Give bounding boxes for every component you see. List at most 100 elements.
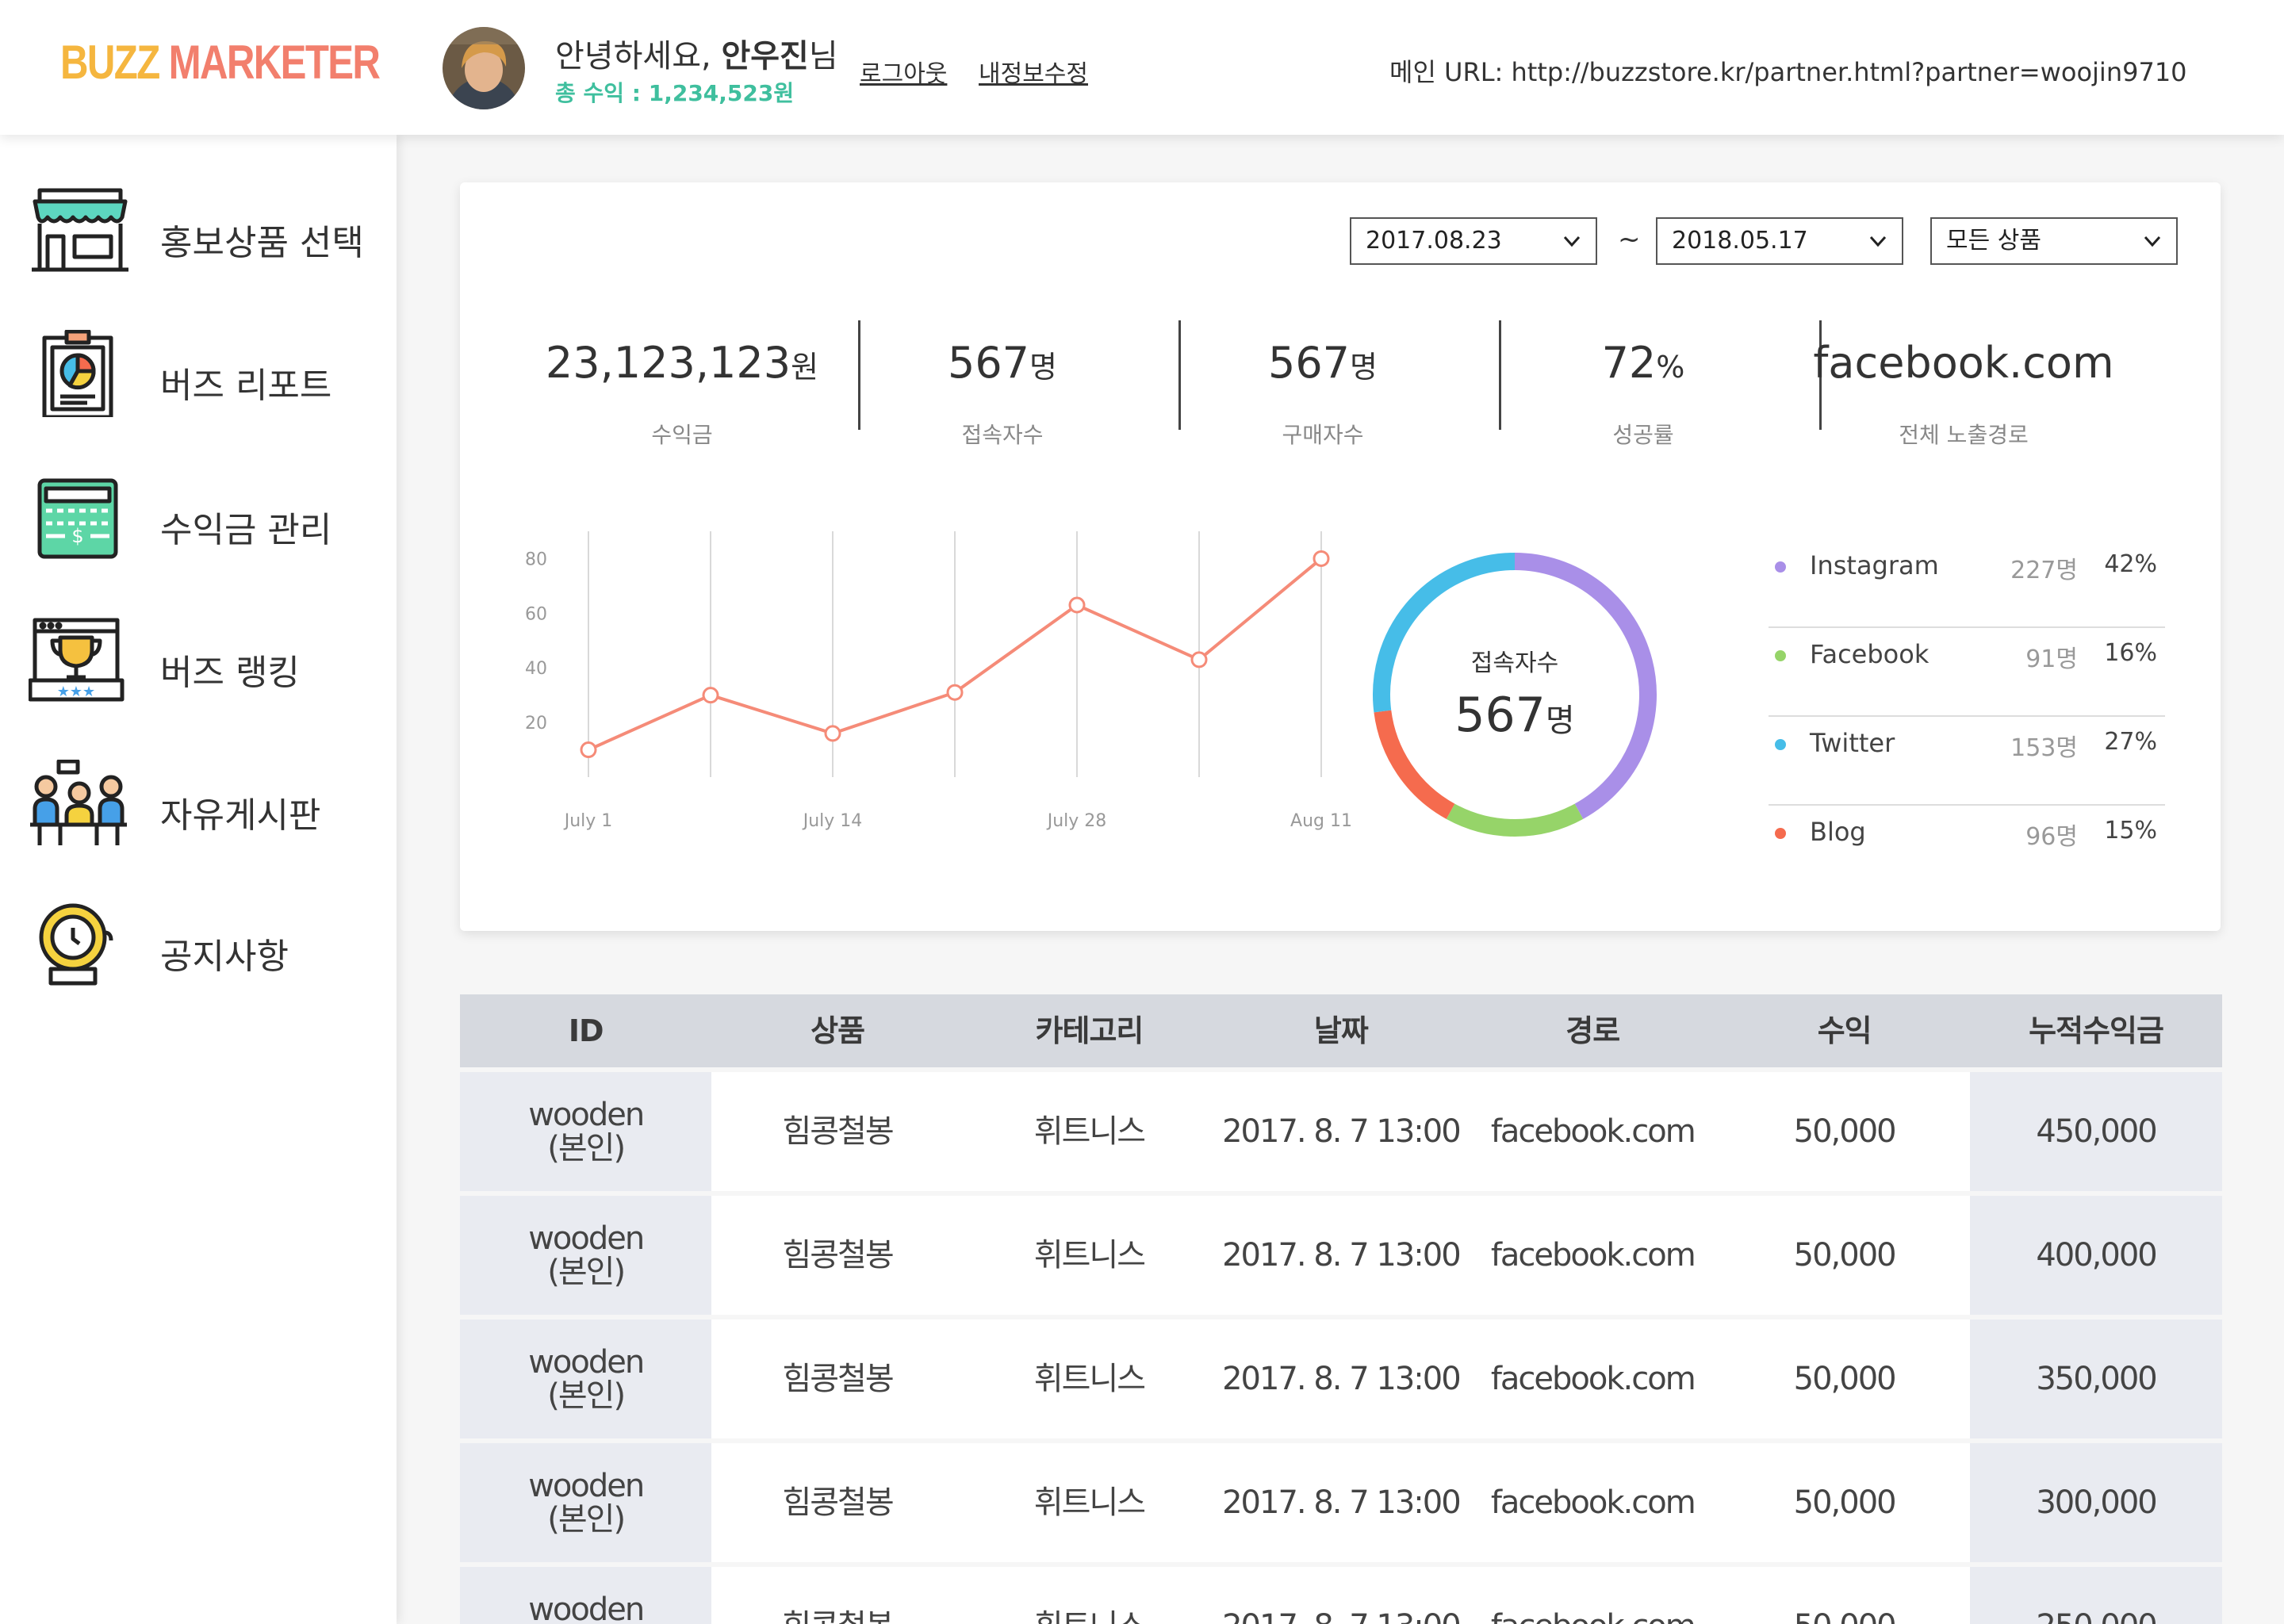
- table-body: wooden (본인) 힘콩철봉 휘트니스 2017. 8. 7 13:00 faceb…: [460, 1072, 2222, 1624]
- table-cell: wooden (본인): [460, 1443, 712, 1562]
- column-header[interactable]: 카테고리: [964, 994, 1215, 1067]
- table-row[interactable]: wooden (본인)힘콩철봉휘트니스2017. 8. 7 13:00faceb…: [460, 1196, 2222, 1315]
- logo-part2: MARKETER: [168, 36, 381, 89]
- table-cell: 50,000: [1718, 1443, 1971, 1562]
- avatar[interactable]: [443, 27, 525, 109]
- table-row[interactable]: wooden (본인)힘콩철봉휘트니스2017. 8. 7 13:00faceb…: [460, 1443, 2222, 1562]
- kpi-unit: 원: [791, 350, 819, 385]
- y-tick-label: 80: [525, 550, 547, 569]
- kpi-value: 567명: [1163, 338, 1483, 388]
- start-date-select[interactable]: 2017.08.23: [1350, 217, 1597, 265]
- legend-name: Instagram: [1810, 550, 1939, 580]
- edit-profile-link[interactable]: 내정보수정: [979, 54, 1088, 89]
- end-date-select[interactable]: 2018.05.17: [1656, 217, 1903, 265]
- svg-text:$: $: [71, 525, 83, 547]
- table-cell: 힘콩철봉: [711, 1567, 964, 1624]
- sidebar-item-notice[interactable]: 공지사항: [29, 896, 377, 999]
- table-cell: wooden (본인): [460, 1567, 712, 1624]
- table-cell: 휘트니스: [963, 1072, 1216, 1191]
- table-cell: 350,000: [1970, 1320, 2222, 1438]
- kpi-label: 전체 노출경로: [1899, 422, 2029, 448]
- total-earnings: 총 수익 : 1,234,523원: [555, 80, 795, 106]
- legend-row-blog: Blog 96명 15%: [1769, 806, 2165, 894]
- legend-percent: 42%: [2104, 550, 2157, 578]
- revenue-table: ID 상품 카테고리 날짜 경로 수익 누적수익금 wooden (본인) 힘콩철…: [460, 994, 2222, 1624]
- date-range-separator: ~: [1618, 224, 1641, 255]
- channel-legend: Instagram 227명 42% Facebook 91명 16% Twit…: [1769, 539, 2165, 894]
- kpi-number: 567: [947, 338, 1030, 388]
- table-cell: 50,000: [1718, 1196, 1971, 1315]
- greeting-prefix: 안녕하세요,: [555, 38, 722, 75]
- table-cell: 400,000: [1970, 1196, 2222, 1315]
- column-header[interactable]: ID: [460, 994, 711, 1067]
- table-cell: 2017. 8. 7 13:00: [1215, 1196, 1467, 1315]
- sidebar-item-label: 버즈 리포트: [160, 366, 332, 406]
- trophy-ranking-icon: ★★★: [28, 617, 132, 704]
- y-tick-label: 60: [525, 604, 547, 624]
- kpi-value: facebook.com: [1803, 338, 2124, 388]
- column-header[interactable]: 날짜: [1215, 994, 1466, 1067]
- table-cell: facebook.com: [1466, 1567, 1719, 1624]
- line-point: [1068, 596, 1086, 614]
- line-point: [824, 725, 841, 742]
- kpi-unit: %: [1656, 350, 1685, 385]
- legend-dot: [1775, 739, 1786, 750]
- chevron-down-icon: [1563, 236, 1581, 247]
- kpi-success-rate: 72% 성공률: [1483, 338, 1803, 457]
- table-cell: wooden (본인): [460, 1196, 712, 1315]
- table-row[interactable]: wooden (본인)힘콩철봉휘트니스2017. 8. 7 13:00faceb…: [460, 1320, 2222, 1438]
- kpi-number: 72: [1601, 338, 1657, 388]
- logout-link[interactable]: 로그아웃: [860, 54, 947, 89]
- main-url: 메인 URL: http://buzzstore.kr/partner.html…: [1389, 57, 2187, 87]
- kpi-unit: 명: [1350, 350, 1378, 385]
- line-point: [1190, 651, 1208, 668]
- svg-text:★★★: ★★★: [57, 684, 95, 700]
- kpi-number: 23,123,123: [545, 338, 791, 388]
- chevron-down-icon: [1869, 236, 1887, 247]
- kpi-number: 567: [1267, 338, 1351, 388]
- table-row[interactable]: wooden (본인)힘콩철봉휘트니스2017. 8. 7 13:00faceb…: [460, 1072, 2222, 1191]
- sidebar-item-buzz-ranking[interactable]: ★★★ 버즈 랭킹: [28, 612, 377, 715]
- sidebar-item-label: 공지사항: [160, 936, 289, 977]
- logo[interactable]: BUZZ MARKETER: [60, 35, 381, 90]
- column-header[interactable]: 누적수익금: [1970, 994, 2221, 1067]
- table-cell: 450,000: [1970, 1072, 2222, 1191]
- legend-percent: 15%: [2104, 817, 2157, 845]
- storefront-icon: [29, 187, 132, 274]
- table-header: ID 상품 카테고리 날짜 경로 수익 누적수익금: [460, 994, 2222, 1067]
- table-cell: 2017. 8. 7 13:00: [1215, 1443, 1467, 1562]
- legend-dot: [1775, 828, 1786, 839]
- x-tick-label: July 28: [1046, 811, 1107, 831]
- sidebar-item-promo-products[interactable]: 홍보상품 선택: [29, 182, 377, 285]
- table-cell: 2017. 8. 7 13:00: [1215, 1567, 1467, 1624]
- bell-icon: [29, 901, 132, 988]
- column-header[interactable]: 상품: [711, 994, 963, 1067]
- sidebar-item-free-board[interactable]: 자유게시판: [29, 755, 377, 858]
- legend-count: 96명: [2025, 823, 2078, 851]
- report-clipboard-icon: [29, 329, 132, 419]
- table-cell: 휘트니스: [963, 1567, 1216, 1624]
- product-select[interactable]: 모든 상품: [1930, 217, 2178, 265]
- column-header[interactable]: 수익: [1719, 994, 1970, 1067]
- legend-dot: [1775, 650, 1786, 661]
- legend-row-twitter: Twitter 153명 27%: [1769, 717, 2165, 806]
- column-header[interactable]: 경로: [1467, 994, 1719, 1067]
- legend-name: Twitter: [1810, 728, 1895, 758]
- sidebar-item-label: 수익금 관리: [160, 510, 332, 550]
- sidebar-item-buzz-report[interactable]: 버즈 리포트: [29, 325, 377, 428]
- legend-row-instagram: Instagram 227명 42%: [1769, 539, 2165, 628]
- sidebar-item-revenue[interactable]: $ 수익금 관리: [29, 469, 377, 573]
- kpi-unit: 명: [1029, 350, 1058, 385]
- donut-center-label: 접속자수: [1471, 649, 1558, 677]
- legend-dot: [1775, 561, 1786, 573]
- kpi-value: 23,123,123원: [522, 338, 842, 388]
- table-cell: 50,000: [1718, 1567, 1971, 1624]
- greeting-suffix: 님: [808, 38, 838, 75]
- table-cell: facebook.com: [1466, 1072, 1719, 1191]
- legend-row-facebook: Facebook 91명 16%: [1769, 628, 2165, 717]
- table-row[interactable]: wooden (본인)힘콩철봉휘트니스2017. 8. 7 13:00faceb…: [460, 1567, 2222, 1624]
- donut-slice: [1446, 803, 1584, 837]
- donut-center-unit: 명: [1546, 703, 1575, 739]
- visitor-charts: 20 40 60 80 July 1 July 14 July 28 Aug 11 접속자수 56…: [525, 531, 1657, 837]
- table-cell: 300,000: [1970, 1443, 2222, 1562]
